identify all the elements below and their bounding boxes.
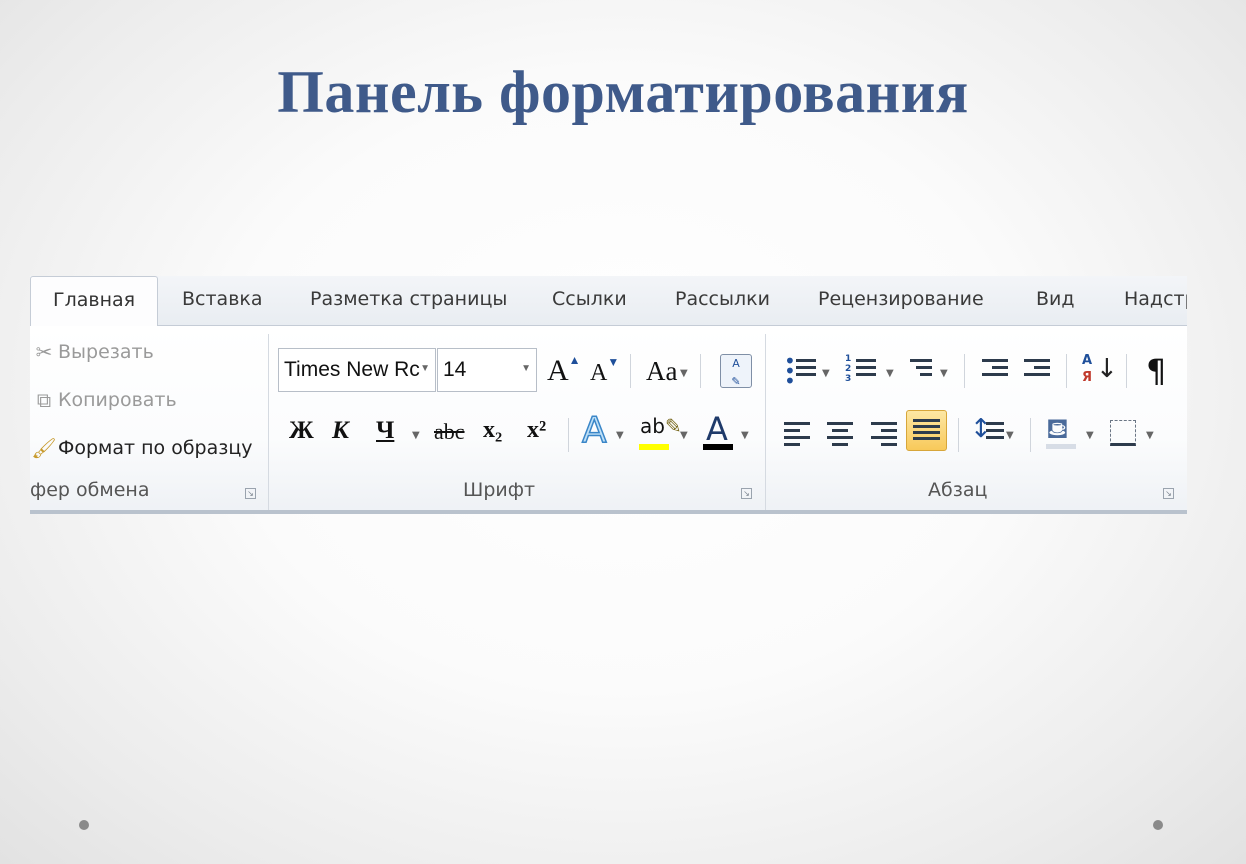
tab-page-layout[interactable]: Разметка страницы (310, 288, 507, 310)
cut-button[interactable]: ✂ Вырезать (30, 340, 154, 364)
chevron-down-icon: ▼ (741, 430, 749, 441)
align-center-button[interactable] (827, 422, 853, 446)
tab-mailings[interactable]: Рассылки (675, 288, 770, 310)
slide-title: Панель форматирования (277, 59, 969, 125)
clear-formatting-icon[interactable]: A ✎ (720, 354, 752, 388)
align-right-button[interactable] (871, 422, 897, 446)
justify-button[interactable] (906, 410, 947, 451)
borders-icon[interactable] (1110, 420, 1136, 446)
format-painter-button[interactable]: 🖌 Формат по образцу (30, 436, 253, 460)
cut-label: Вырезать (58, 341, 154, 363)
show-formatting-button[interactable]: ¶ (1146, 352, 1166, 390)
dialog-launcher-icon[interactable]: ↘ (245, 488, 256, 499)
bullets-lines (796, 359, 816, 383)
ribbon-body: ✂ Вырезать ⧉ Копировать 🖌 Формат по обра… (30, 326, 1187, 514)
font-size-value: 14 (443, 358, 467, 381)
chevron-down-icon: ▼ (1006, 430, 1014, 441)
change-case-button[interactable]: Aa (646, 356, 677, 387)
grow-font-button[interactable]: A▲ (547, 353, 581, 388)
chevron-down-icon: ▼ (680, 368, 688, 379)
chevron-down-icon: ▼ (420, 363, 430, 374)
chevron-down-icon: ▼ (1146, 430, 1154, 441)
chevron-down-icon: ▼ (616, 430, 624, 441)
copy-button[interactable]: ⧉ Копировать (30, 388, 177, 412)
brush-icon: 🖌 (31, 436, 57, 460)
font-color-button[interactable]: A (706, 410, 728, 448)
align-left-button[interactable] (784, 422, 810, 446)
font-family-value: Times New Rc (284, 358, 420, 381)
superscript-button[interactable]: x² (527, 417, 546, 444)
chevron-down-icon: ▼ (680, 430, 688, 441)
underline-button[interactable]: Ч (376, 417, 394, 445)
tab-insert[interactable]: Вставка (182, 288, 263, 310)
paragraph-group-label: Абзац (928, 479, 988, 501)
highlight-color-bar (639, 444, 669, 450)
slide-bullet-dot (1153, 820, 1163, 830)
text-effects-button[interactable]: A (581, 409, 607, 452)
increase-indent-icon[interactable] (1024, 359, 1050, 383)
tab-review[interactable]: Рецензирование (818, 288, 984, 310)
clipboard-group-label: фер обмена (30, 479, 150, 501)
tab-references[interactable]: Ссылки (552, 288, 627, 310)
dialog-launcher-icon[interactable]: ↘ (741, 488, 752, 499)
decrease-indent-icon[interactable] (982, 359, 1008, 383)
strikethrough-button[interactable]: abc (434, 419, 465, 445)
down-arrow-icon: ↓ (1096, 354, 1118, 384)
tab-home[interactable]: Главная (30, 276, 159, 327)
ribbon-bottom-border (30, 510, 1187, 514)
font-color-bar (703, 444, 733, 450)
multilevel-list-icon[interactable] (910, 359, 932, 383)
highlight-button[interactable]: ab✎ (640, 414, 682, 438)
scissors-icon: ✂ (35, 340, 53, 364)
line-spacing-lines (986, 422, 1004, 446)
tab-view[interactable]: Вид (1036, 288, 1075, 310)
separator (1066, 354, 1067, 388)
copy-icon: ⧉ (36, 388, 52, 412)
font-group-label: Шрифт (463, 479, 536, 501)
format-painter-label: Формат по образцу (58, 437, 253, 459)
separator (1030, 418, 1031, 452)
font-size-combo[interactable]: 14 ▼ (437, 348, 537, 392)
numbering-icon[interactable]: 123 (845, 354, 851, 384)
shrink-font-button[interactable]: A▼ (590, 355, 619, 387)
sort-icon[interactable]: АЯ (1082, 352, 1092, 386)
down-arrow-icon: ▼ (607, 355, 620, 369)
separator (958, 418, 959, 452)
copy-label: Копировать (58, 389, 177, 411)
separator (964, 354, 965, 388)
separator (700, 354, 701, 388)
chevron-down-icon: ▼ (940, 368, 948, 379)
slide-bullet-dot (79, 820, 89, 830)
ribbon-tab-bar: Главная Вставка Разметка страницы Ссылки… (30, 276, 1187, 327)
shading-color-bar (1046, 444, 1076, 449)
up-arrow-icon: ▲ (568, 353, 581, 367)
chevron-down-icon: ▼ (1086, 430, 1094, 441)
numbering-lines (856, 359, 876, 383)
chevron-down-icon: ▼ (521, 363, 531, 374)
italic-button[interactable]: К (332, 417, 349, 445)
group-separator (268, 334, 269, 512)
separator (630, 354, 631, 388)
separator (568, 418, 569, 452)
dialog-launcher-icon[interactable]: ↘ (1163, 488, 1174, 499)
subscript-button[interactable]: x₂ (483, 417, 502, 444)
bold-button[interactable]: Ж (289, 417, 314, 445)
separator (1126, 354, 1127, 388)
font-family-combo[interactable]: Times New Rc ▼ (278, 348, 436, 392)
group-separator (765, 334, 766, 512)
word-ribbon: Главная Вставка Разметка страницы Ссылки… (30, 276, 1187, 514)
chevron-down-icon: ▼ (886, 368, 894, 379)
bullets-icon[interactable]: • • • (784, 351, 796, 391)
tab-addins[interactable]: Надстр (1124, 288, 1187, 310)
chevron-down-icon: ▼ (822, 368, 830, 379)
chevron-down-icon: ▼ (412, 430, 420, 441)
